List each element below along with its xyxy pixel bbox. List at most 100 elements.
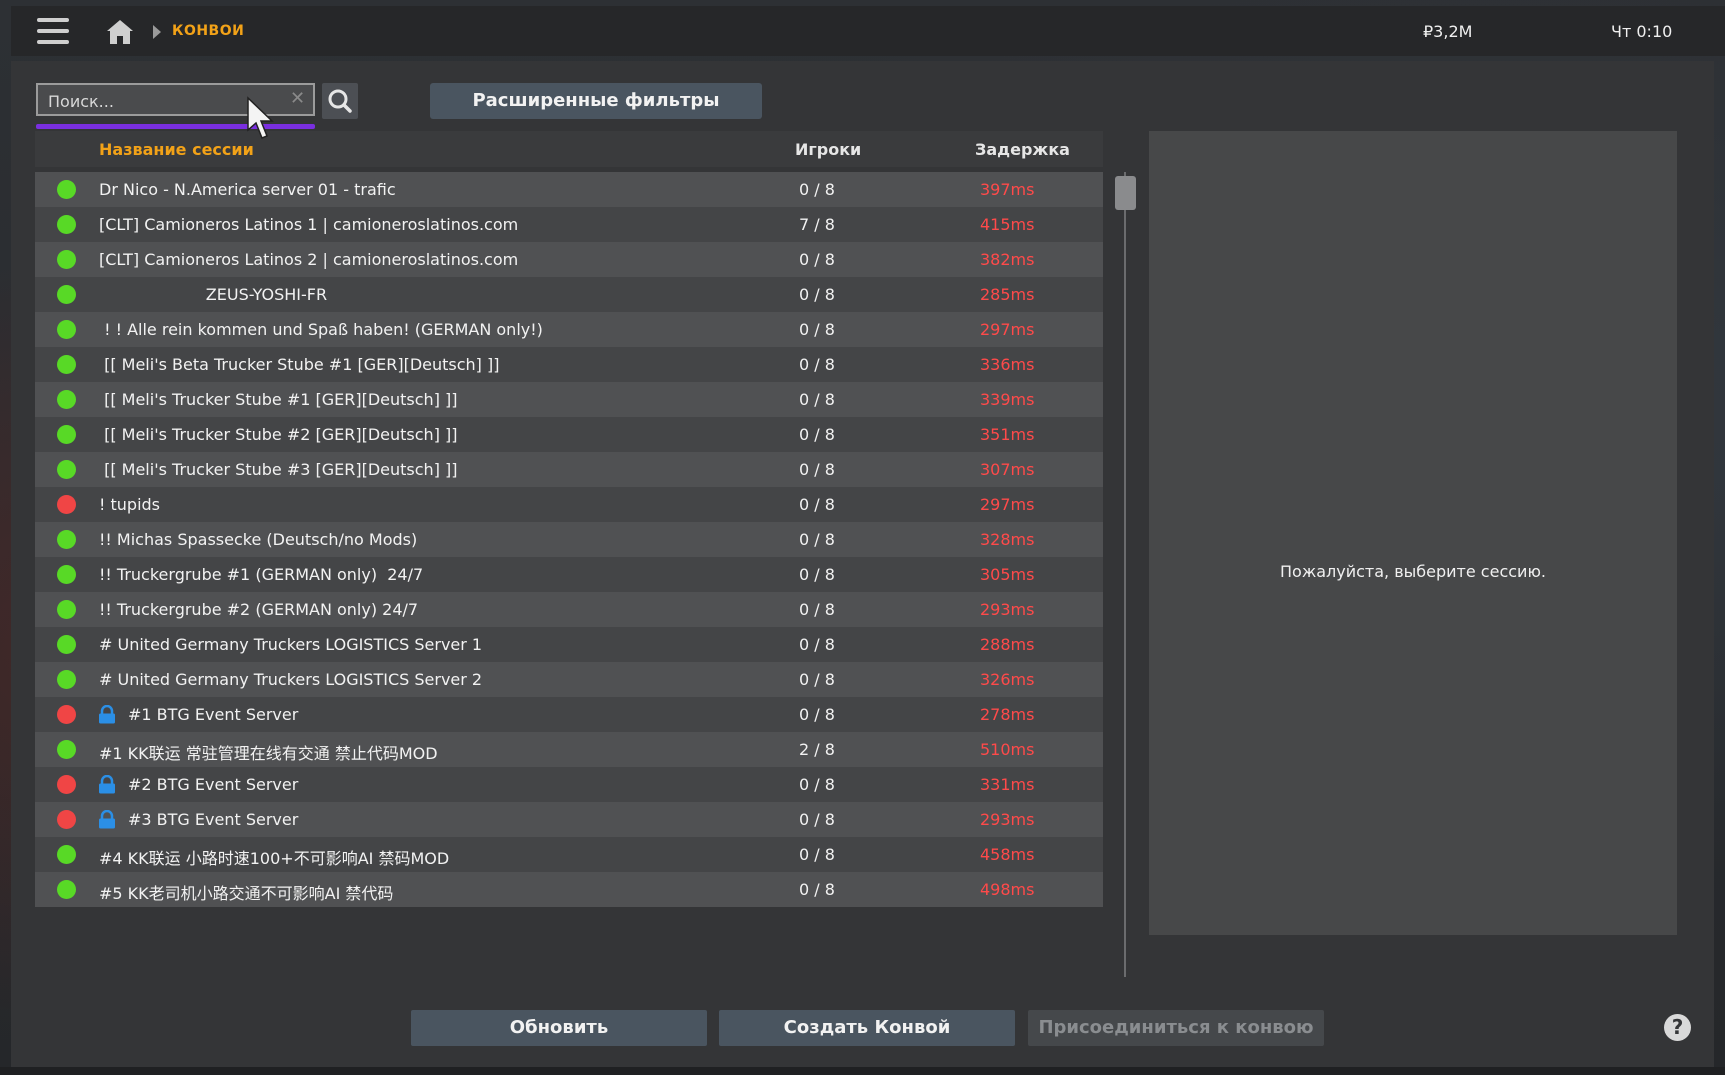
column-header-name[interactable]: Название сессии [99,140,254,159]
table-row[interactable]: !! Michas Spassecke (Deutsch/no Mods) 0 /… [35,522,1103,557]
session-players: 0 / 8 [799,880,835,899]
table-row[interactable]: ! ! Alle rein kommen und Spaß haben! (GE… [35,312,1103,347]
table-row[interactable]: [[ Meli's Trucker Stube #2 [GER][Deutsch… [35,417,1103,452]
table-row[interactable]: ! tupids 0 / 8 297ms [35,487,1103,522]
table-row[interactable]: !! Truckergrube #2 (GERMAN only) 24/7 0 /… [35,592,1103,627]
session-players: 0 / 8 [799,530,835,549]
session-latency: 331ms [980,775,1035,794]
session-players: 0 / 8 [799,705,835,724]
session-name: #4 KK联运 小路时速100+不可影响AI 禁码MOD [99,849,450,868]
close-icon[interactable]: ✕ [290,90,308,108]
session-players: 0 / 8 [799,670,835,689]
table-row[interactable]: #5 KK老司机小路交通不可影响AI 禁代码 0 / 8 498ms [35,872,1103,907]
lock-icon [98,774,116,794]
status-online-icon [57,285,76,304]
session-name: ! tupids [99,495,161,514]
game-clock: Чт 0:10 [1611,22,1673,41]
help-icon[interactable]: ? [1664,1014,1691,1041]
session-players: 0 / 8 [799,635,835,654]
table-row[interactable]: #1 KK联运 常驻管理在线有交通 禁止代码MOD 2 / 8 510ms [35,732,1103,767]
session-players: 0 / 8 [799,460,835,479]
status-online-icon [57,355,76,374]
session-latency: 278ms [980,705,1035,724]
session-players: 7 / 8 [799,215,835,234]
table-row[interactable]: #3 BTG Event Server 0 / 8 293ms [35,802,1103,837]
table-row[interactable]: [CLT] Camioneros Latinos 2 | camionerosl… [35,242,1103,277]
session-latency: 397ms [980,180,1035,199]
advanced-filters-button[interactable]: Расширенные фильтры [430,83,762,119]
refresh-button[interactable]: Обновить [411,1010,707,1046]
session-latency: 305ms [980,565,1035,584]
menu-icon[interactable] [37,18,69,44]
status-online-icon [57,460,76,479]
table-header: Название сессии Игроки Задержка [35,131,1103,167]
create-convoy-button[interactable]: Создать Конвой [719,1010,1015,1046]
status-online-icon [57,425,76,444]
session-name: ZEUS-YOSHI-FR [99,285,328,304]
session-latency: 293ms [980,810,1035,829]
home-icon[interactable] [106,19,134,45]
search-icon[interactable] [322,83,358,119]
session-name: # United Germany Truckers LOGISTICS Serv… [99,635,483,654]
session-latency: 458ms [980,845,1035,864]
column-header-players[interactable]: Игроки [795,140,861,159]
column-header-latency[interactable]: Задержка [975,140,1070,159]
table-row[interactable]: #2 BTG Event Server 0 / 8 331ms [35,767,1103,802]
table-row[interactable]: # United Germany Truckers LOGISTICS Serv… [35,627,1103,662]
session-name: #1 KK联运 常驻管理在线有交通 禁止代码MOD [99,744,438,763]
join-convoy-button[interactable]: Присоединиться к конвою [1028,1010,1324,1046]
session-players: 0 / 8 [799,810,835,829]
session-players: 0 / 8 [799,425,835,444]
scrollbar-track[interactable] [1124,172,1126,977]
session-name: [CLT] Camioneros Latinos 1 | camionerosl… [99,215,519,234]
table-row[interactable]: [[ Meli's Trucker Stube #3 [GER][Deutsch… [35,452,1103,487]
breadcrumb[interactable]: КОНВОИ [172,23,244,39]
session-latency: 326ms [980,670,1035,689]
status-online-icon [57,670,76,689]
table-row[interactable]: [[ Meli's Beta Trucker Stube #1 [GER][De… [35,347,1103,382]
money-display: ₽3,2M [1423,22,1473,41]
session-latency: 336ms [980,355,1035,374]
session-latency: 351ms [980,425,1035,444]
status-online-icon [57,880,76,899]
status-online-icon [57,180,76,199]
scrollbar-thumb[interactable] [1115,176,1136,210]
session-players: 0 / 8 [799,845,835,864]
table-row[interactable]: ZEUS-YOSHI-FR 0 / 8 285ms [35,277,1103,312]
table-row[interactable]: #4 KK联运 小路时速100+不可影响AI 禁码MOD 0 / 8 458ms [35,837,1103,872]
table-row[interactable]: [[ Meli's Trucker Stube #1 [GER][Deutsch… [35,382,1103,417]
lock-icon [98,704,116,724]
session-players: 0 / 8 [799,495,835,514]
session-name: #1 BTG Event Server [128,705,299,724]
chevron-right-icon [153,25,161,39]
session-players: 0 / 8 [799,320,835,339]
session-latency: 285ms [980,285,1035,304]
table-row[interactable]: Dr Nico - N.America server 01 - trafic 0 … [35,172,1103,207]
status-online-icon [57,390,76,409]
table-row[interactable]: # United Germany Truckers LOGISTICS Serv… [35,662,1103,697]
status-offline-icon [57,775,76,794]
session-name: ! ! Alle rein kommen und Spaß haben! (GE… [99,320,543,339]
session-name: [CLT] Camioneros Latinos 2 | camionerosl… [99,250,519,269]
session-latency: 339ms [980,390,1035,409]
lock-icon [98,809,116,829]
table-row[interactable]: !! Truckergrube #1 (GERMAN only) 24/7 0 /… [35,557,1103,592]
session-latency: 293ms [980,600,1035,619]
session-latency: 415ms [980,215,1035,234]
session-name: [[ Meli's Trucker Stube #3 [GER][Deutsch… [99,460,458,479]
session-players: 0 / 8 [799,775,835,794]
status-online-icon [57,215,76,234]
session-name: #3 BTG Event Server [128,810,299,829]
search-input[interactable] [46,89,280,113]
table-row[interactable]: [CLT] Camioneros Latinos 1 | camionerosl… [35,207,1103,242]
session-name: !! Truckergrube #2 (GERMAN only) 24/7 [99,600,419,619]
session-players: 0 / 8 [799,250,835,269]
session-latency: 498ms [980,880,1035,899]
session-name: [[ Meli's Trucker Stube #2 [GER][Deutsch… [99,425,458,444]
status-offline-icon [57,705,76,724]
session-latency: 297ms [980,320,1035,339]
status-online-icon [57,530,76,549]
status-online-icon [57,320,76,339]
table-row[interactable]: #1 BTG Event Server 0 / 8 278ms [35,697,1103,732]
top-bar: КОНВОИ ₽3,2M Чт 0:10 [11,6,1725,56]
